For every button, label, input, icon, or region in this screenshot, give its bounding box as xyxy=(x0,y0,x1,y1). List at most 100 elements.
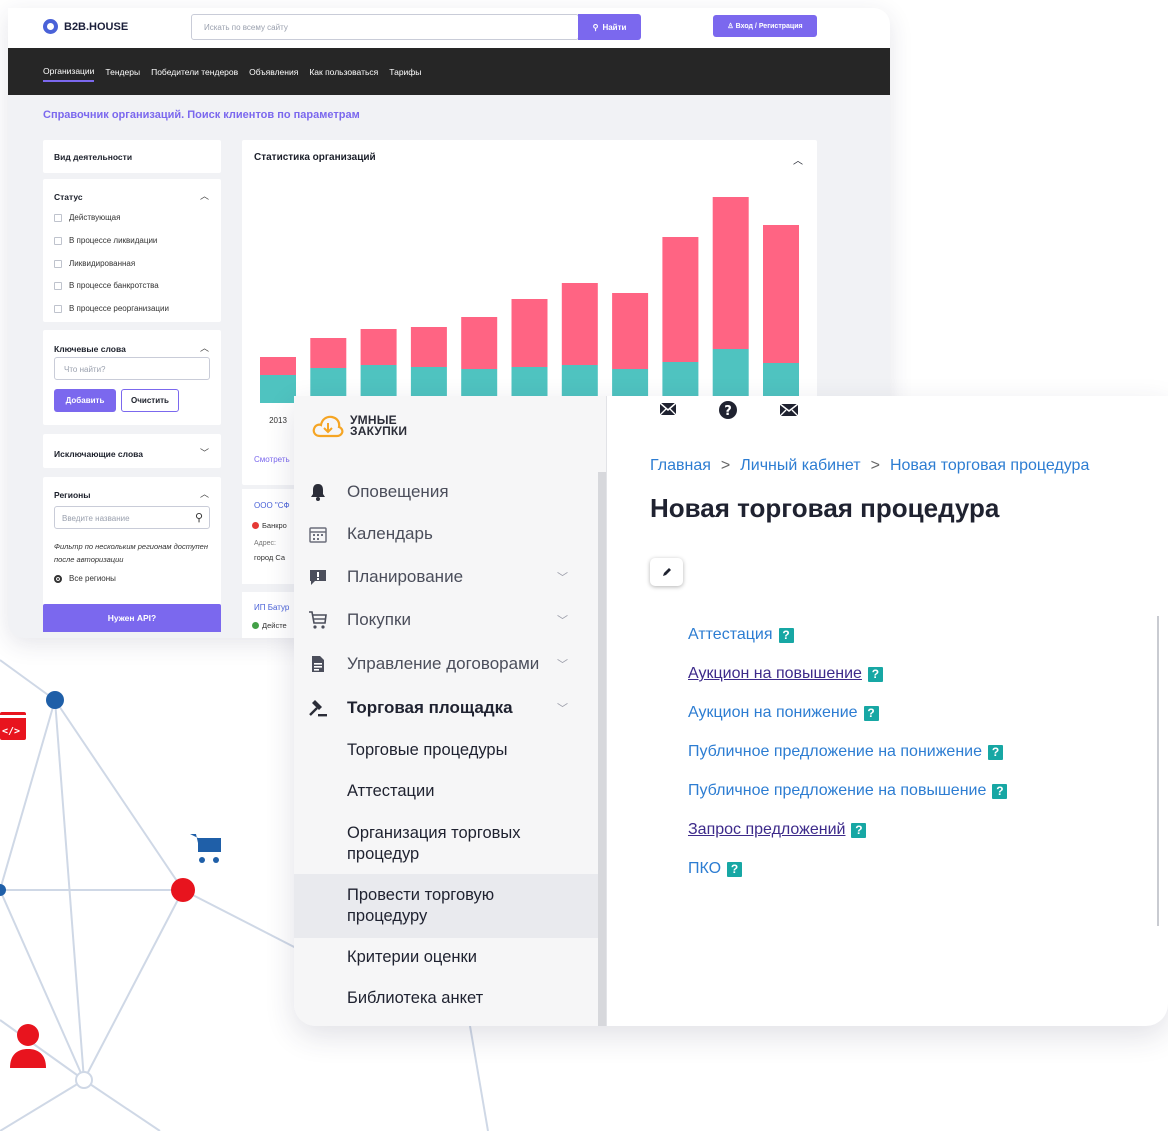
status-option[interactable]: Действующая xyxy=(54,213,120,222)
checkbox[interactable] xyxy=(54,281,62,290)
checkbox[interactable] xyxy=(54,236,62,245)
procedure-item: Публичное предложение на понижение? xyxy=(688,743,1003,761)
nav-ads[interactable]: Объявления xyxy=(249,63,298,81)
breadcrumb-home[interactable]: Главная xyxy=(650,457,711,474)
procedure-link-pko[interactable]: ПКО xyxy=(688,860,721,878)
org-card[interactable]: ИП Батур Дейсте xyxy=(242,592,302,638)
help-icon[interactable]: ? xyxy=(863,705,879,721)
help-icon[interactable]: ? xyxy=(867,666,883,682)
filter-activity[interactable]: Вид деятельности xyxy=(43,140,221,173)
org-card[interactable]: ООО "СФ Банкро Адрес: город Са xyxy=(242,489,302,584)
smart-purchases-logo[interactable]: УМНЫЕ ЗАКУПКИ xyxy=(312,412,407,440)
menu-item-contracts[interactable]: Управление договорами ﹀ xyxy=(294,652,598,676)
chevron-down-icon: ﹀ xyxy=(557,659,568,671)
person-icon xyxy=(8,1022,48,1075)
breadcrumb-current: Новая торговая процедура xyxy=(889,457,1090,474)
help-icon[interactable]: ? xyxy=(851,822,867,838)
cart-icon xyxy=(308,610,328,630)
nav-winners[interactable]: Победители тендеров xyxy=(151,63,238,81)
procedure-item: Аттестация? xyxy=(688,626,794,644)
nav-organizations[interactable]: Организации xyxy=(43,62,95,82)
status-option[interactable]: В процессе реорганизации xyxy=(54,304,169,313)
help-icon[interactable]: ? xyxy=(727,861,743,877)
add-keyword-button[interactable]: Добавить xyxy=(54,389,116,412)
menu-item-calendar[interactable]: Календарь xyxy=(294,522,598,546)
pencil-icon xyxy=(662,568,671,576)
bar-segment-top xyxy=(360,329,397,365)
help-icon[interactable]: ? xyxy=(992,783,1008,799)
procedure-link-auction-down[interactable]: Аукцион на понижение xyxy=(688,704,858,722)
divider xyxy=(606,396,607,1026)
content-scrollbar[interactable] xyxy=(1157,616,1159,926)
status-dot xyxy=(252,622,259,629)
bar-segment-top xyxy=(712,197,749,349)
filter-regions: Регионы ︿ Введите название ⚲ Фильтр по н… xyxy=(43,477,221,607)
bar-segment-top xyxy=(461,317,498,369)
org-city: город Са xyxy=(254,553,286,562)
chevron-up-icon[interactable]: ︿ xyxy=(200,341,209,354)
more-link[interactable]: Смотреть xyxy=(254,455,290,464)
network-node-blue xyxy=(46,691,64,709)
regions-note: Фильтр по нескольким регионам доступен п… xyxy=(54,542,208,564)
b2b-page-heading: Справочник организаций. Поиск клиентов п… xyxy=(43,109,360,121)
nav-tenders[interactable]: Тендеры xyxy=(105,63,140,81)
procedure-item: Запрос предложений? xyxy=(688,821,867,839)
breadcrumb-cabinet[interactable]: Личный кабинет xyxy=(740,457,860,474)
b2b-logo[interactable]: B2B.HOUSE xyxy=(43,19,128,34)
b2b-login-button[interactable]: ♙ Вход / Регистрация xyxy=(713,15,817,37)
chevron-up-icon[interactable]: ︿ xyxy=(200,189,209,202)
messages-icon[interactable] xyxy=(778,400,800,425)
help-icon[interactable]: ? xyxy=(778,627,794,643)
all-regions-radio[interactable]: Все регионы xyxy=(54,574,116,583)
help-icon[interactable]: ? xyxy=(718,400,738,425)
document-icon xyxy=(308,654,328,674)
cloud-logo-icon xyxy=(312,415,344,438)
org-name[interactable]: ООО "СФ xyxy=(254,501,290,510)
status-option[interactable]: Ликвидированная xyxy=(54,259,135,268)
bar-segment-top xyxy=(763,225,799,363)
filter-keywords: Ключевые слова ︿ Что найти? Добавить Очи… xyxy=(43,330,221,425)
menu-item-marketplace[interactable]: Торговая площадка ﹀ xyxy=(294,696,598,720)
bell-icon xyxy=(308,482,328,502)
need-api-button[interactable]: Нужен API? xyxy=(43,604,221,632)
regions-search-input[interactable]: Введите название ⚲ xyxy=(54,506,210,529)
checkbox[interactable] xyxy=(54,259,62,268)
menu-item-purchases[interactable]: Покупки ﹀ xyxy=(294,608,598,632)
breadcrumb: Главная > Личный кабинет > Новая торговая пр… xyxy=(650,457,1089,475)
radio-selected[interactable] xyxy=(54,574,62,583)
clear-keywords-button[interactable]: Очистить xyxy=(121,389,179,412)
org-name[interactable]: ИП Батур xyxy=(254,603,289,612)
checkbox[interactable] xyxy=(54,213,62,222)
page-title: Новая торговая процедура xyxy=(650,493,1000,523)
filter-exclude-words[interactable]: Исключающие слова ﹀ xyxy=(43,434,221,468)
procedure-item: Аукцион на понижение? xyxy=(688,704,879,722)
mail-icon[interactable] xyxy=(658,400,678,425)
chevron-down-icon: ﹀ xyxy=(199,448,209,458)
procedure-link-public-up[interactable]: Публичное предложение на повышение xyxy=(688,782,986,800)
sidebar-scrollbar[interactable] xyxy=(598,472,606,1026)
status-badge: Банкро xyxy=(252,521,287,530)
b2b-nav-bar: Организации Тендеры Победители тендеров … xyxy=(8,48,890,95)
procedure-link-request-proposals[interactable]: Запрос предложений xyxy=(688,821,845,839)
bar-segment-top xyxy=(662,237,699,362)
nav-tariffs[interactable]: Тарифы xyxy=(389,63,421,81)
menu-item-notifications[interactable]: Оповещения xyxy=(294,480,598,504)
sidebar: УМНЫЕ ЗАКУПКИ Оповещения Календарь Плани… xyxy=(294,396,606,1026)
menu-item-planning[interactable]: Планирование ﹀ xyxy=(294,565,598,589)
status-option[interactable]: В процессе ликвидации xyxy=(54,236,157,245)
chevron-up-icon[interactable]: ︿ xyxy=(200,487,209,500)
keywords-input[interactable]: Что найти? xyxy=(54,357,210,380)
procedure-link-attestation[interactable]: Аттестация xyxy=(688,626,773,644)
procedure-link-public-down[interactable]: Публичное предложение на понижение xyxy=(688,743,982,761)
checkbox[interactable] xyxy=(54,304,62,313)
procedure-item: Аукцион на повышение? xyxy=(688,665,883,683)
b2b-search-button[interactable]: ⚲ Найти xyxy=(578,14,641,40)
procedure-item: Публичное предложение на повышение? xyxy=(688,782,1008,800)
status-option[interactable]: В процессе банкротства xyxy=(54,281,159,290)
b2b-header: B2B.HOUSE Искать по всему сайту ⚲ Найти … xyxy=(8,8,890,48)
b2b-search-input[interactable]: Искать по всему сайту xyxy=(191,14,579,40)
edit-button[interactable] xyxy=(650,558,683,586)
procedure-link-auction-up[interactable]: Аукцион на повышение xyxy=(688,665,862,683)
help-icon[interactable]: ? xyxy=(988,744,1003,760)
nav-how-to[interactable]: Как пользоваться xyxy=(309,63,378,81)
